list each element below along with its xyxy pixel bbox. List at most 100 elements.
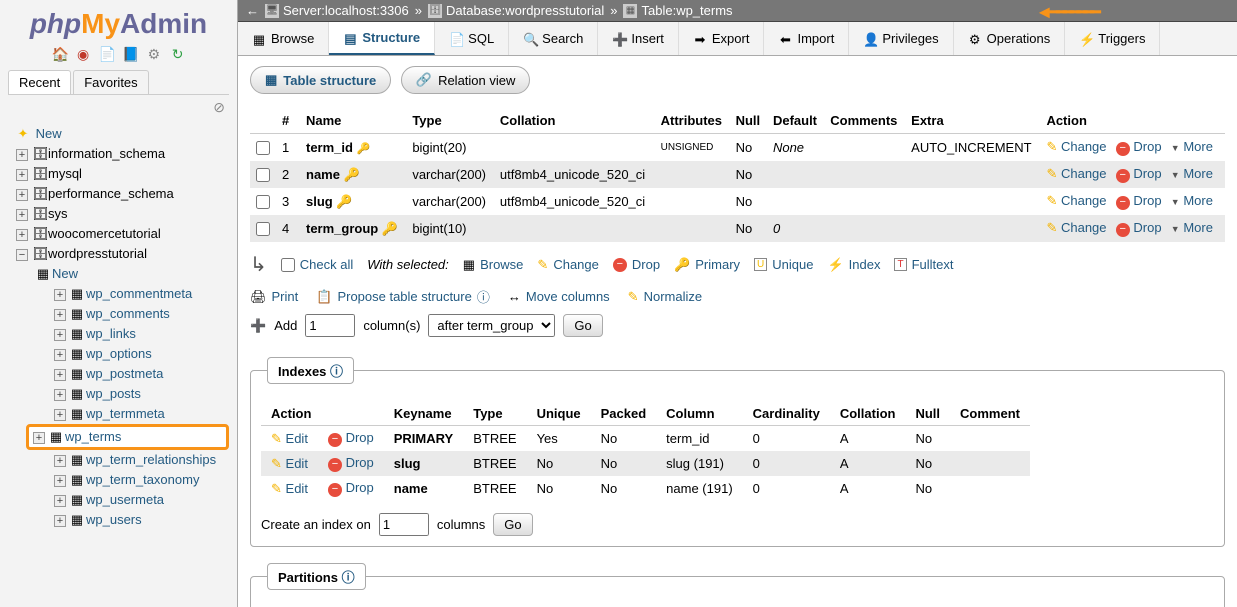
tab-insert[interactable]: ➕Insert	[598, 22, 679, 55]
action-change[interactable]: Change	[1061, 220, 1107, 235]
tree-table-wp_links[interactable]: +▦wp_links	[6, 324, 237, 344]
action-more[interactable]: More	[1183, 139, 1213, 154]
bulk-browse[interactable]: Browse	[480, 257, 523, 272]
expand-icon[interactable]: +	[54, 455, 66, 467]
expand-icon[interactable]: +	[54, 309, 66, 321]
tree-new-table[interactable]: ▦New	[6, 264, 237, 284]
create-index-count[interactable]	[379, 513, 429, 536]
bulk-drop[interactable]: Drop	[632, 257, 660, 272]
home-icon[interactable]: 🏠	[51, 46, 67, 62]
tab-operations[interactable]: ⚙Operations	[954, 22, 1066, 55]
tree-db-woocomercetutorial[interactable]: +🗄woocomercetutorial	[6, 224, 237, 244]
tree-table-wp_postmeta[interactable]: +▦wp_postmeta	[6, 364, 237, 384]
crumb-database[interactable]: wordpresstutorial	[505, 3, 604, 18]
expand-icon[interactable]: +	[54, 349, 66, 361]
tab-sql[interactable]: 📄SQL	[435, 22, 509, 55]
index-drop[interactable]: Drop	[346, 480, 374, 495]
link-print[interactable]: Print	[272, 289, 299, 304]
link-move[interactable]: Move columns	[526, 289, 610, 304]
tab-favorites[interactable]: Favorites	[73, 70, 148, 94]
row-checkbox[interactable]	[256, 222, 270, 236]
btn-relation-view[interactable]: 🔗Relation view	[401, 66, 531, 94]
row-checkbox[interactable]	[256, 141, 270, 155]
expand-icon[interactable]: +	[54, 329, 66, 341]
expand-icon[interactable]: +	[54, 369, 66, 381]
expand-icon[interactable]: +	[33, 432, 45, 444]
index-drop[interactable]: Drop	[346, 430, 374, 445]
bulk-unique[interactable]: Unique	[772, 257, 813, 272]
tree-new[interactable]: ✦ New	[6, 124, 237, 144]
tree-db-sys[interactable]: +🗄sys	[6, 204, 237, 224]
expand-icon[interactable]: +	[16, 169, 28, 181]
reload-icon[interactable]: ↻	[170, 46, 186, 62]
expand-icon[interactable]: +	[54, 495, 66, 507]
index-edit[interactable]: Edit	[286, 481, 308, 496]
link-propose[interactable]: Propose table structure	[337, 289, 471, 304]
help-icon[interactable]: ⓘ	[330, 364, 343, 379]
tab-privileges[interactable]: 👤Privileges	[849, 22, 953, 55]
sql-icon[interactable]: 📄	[99, 46, 115, 62]
expand-icon[interactable]: +	[54, 515, 66, 527]
action-change[interactable]: Change	[1061, 193, 1107, 208]
index-edit[interactable]: Edit	[286, 431, 308, 446]
expand-icon[interactable]: +	[16, 189, 28, 201]
expand-icon[interactable]: +	[54, 389, 66, 401]
collapse-left-icon[interactable]: ←	[246, 3, 265, 18]
add-count-input[interactable]	[305, 314, 355, 337]
action-drop[interactable]: Drop	[1133, 139, 1161, 154]
index-drop[interactable]: Drop	[346, 455, 374, 470]
tree-db-mysql[interactable]: +🗄mysql	[6, 164, 237, 184]
logout-icon[interactable]: ◉	[75, 46, 91, 62]
row-checkbox[interactable]	[256, 195, 270, 209]
help-icon[interactable]: ⓘ	[477, 287, 490, 306]
action-drop[interactable]: Drop	[1133, 193, 1161, 208]
tree-table-wp_users[interactable]: +▦wp_users	[6, 510, 237, 530]
expand-icon[interactable]: +	[54, 475, 66, 487]
check-all-link[interactable]: Check all	[300, 257, 353, 272]
logo[interactable]: phpMyAdmin	[0, 0, 237, 42]
tree-db-performance_schema[interactable]: +🗄performance_schema	[6, 184, 237, 204]
tab-structure[interactable]: ▤Structure	[329, 22, 435, 55]
bulk-fulltext[interactable]: Fulltext	[912, 257, 954, 272]
tree-table-wp_comments[interactable]: +▦wp_comments	[6, 304, 237, 324]
tree-table-wp_commentmeta[interactable]: +▦wp_commentmeta	[6, 284, 237, 304]
crumb-table[interactable]: wp_terms	[676, 3, 732, 18]
tree-table-wp_term_taxonomy[interactable]: +▦wp_term_taxonomy	[6, 470, 237, 490]
tree-table-wp_posts[interactable]: +▦wp_posts	[6, 384, 237, 404]
docs-icon[interactable]: 📘	[122, 46, 138, 62]
tree-table-wp_termmeta[interactable]: +▦wp_termmeta	[6, 404, 237, 424]
action-drop[interactable]: Drop	[1133, 220, 1161, 235]
expand-icon[interactable]: +	[16, 209, 28, 221]
action-drop[interactable]: Drop	[1133, 166, 1161, 181]
tree-table-wp_usermeta[interactable]: +▦wp_usermeta	[6, 490, 237, 510]
settings-icon[interactable]: ⚙	[146, 46, 162, 62]
row-checkbox[interactable]	[256, 168, 270, 182]
tree-table-wp_options[interactable]: +▦wp_options	[6, 344, 237, 364]
action-change[interactable]: Change	[1061, 166, 1107, 181]
bulk-change[interactable]: Change	[553, 257, 599, 272]
expand-icon[interactable]: +	[54, 289, 66, 301]
tab-export[interactable]: ➡Export	[679, 22, 765, 55]
tab-import[interactable]: ⬅Import	[764, 22, 849, 55]
action-more[interactable]: More	[1183, 166, 1213, 181]
add-position-select[interactable]: after term_group	[428, 314, 555, 337]
help-icon[interactable]: ⓘ	[342, 570, 355, 585]
bulk-index[interactable]: Index	[849, 257, 881, 272]
tree-table-wp_term_relationships[interactable]: +▦wp_term_relationships	[6, 450, 237, 470]
link-normalize[interactable]: Normalize	[644, 289, 703, 304]
index-edit[interactable]: Edit	[286, 456, 308, 471]
tab-triggers[interactable]: ⚡Triggers	[1065, 22, 1160, 55]
expand-icon[interactable]: −	[16, 249, 28, 261]
action-change[interactable]: Change	[1061, 139, 1107, 154]
action-more[interactable]: More	[1183, 193, 1213, 208]
check-all[interactable]	[281, 258, 295, 272]
btn-table-structure[interactable]: ▦Table structure	[250, 66, 391, 94]
add-go-button[interactable]: Go	[563, 314, 602, 337]
action-more[interactable]: More	[1183, 220, 1213, 235]
collapse-icon[interactable]: ⊘	[0, 95, 237, 120]
create-index-go[interactable]: Go	[493, 513, 532, 536]
tab-search[interactable]: 🔍Search	[509, 22, 598, 55]
tree-db-information_schema[interactable]: +🗄information_schema	[6, 144, 237, 164]
tab-recent[interactable]: Recent	[8, 70, 71, 94]
bulk-primary[interactable]: Primary	[695, 257, 740, 272]
